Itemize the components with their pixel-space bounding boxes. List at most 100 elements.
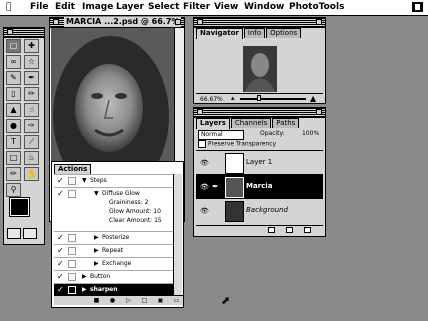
zoom-out-icon[interactable]: ▴ xyxy=(231,94,235,102)
checkmark-icon[interactable]: ✓ xyxy=(57,175,67,187)
play-icon[interactable]: ▷ xyxy=(124,297,133,304)
pencil-tool-icon[interactable]: ✏ xyxy=(24,87,39,101)
menu-filter[interactable]: Filter xyxy=(183,2,210,13)
app-switcher-icon[interactable] xyxy=(412,2,423,12)
collapsed-triangle-icon[interactable]: ▶ xyxy=(94,232,99,244)
tab-navigator[interactable]: Navigator xyxy=(196,28,243,39)
checkmark-icon[interactable]: ✓ xyxy=(57,245,67,257)
expand-triangle-icon[interactable]: ▼ xyxy=(82,175,87,187)
airbrush-tool-icon[interactable]: ✎ xyxy=(6,71,21,85)
pen-tool-icon[interactable]: ✑ xyxy=(24,119,39,133)
dialog-toggle[interactable] xyxy=(68,190,76,198)
zoom-slider-knob[interactable] xyxy=(257,95,261,101)
new-layer-icon[interactable] xyxy=(286,227,293,233)
action-row[interactable]: ✓ ▶ Posterize xyxy=(54,231,173,244)
eye-icon[interactable]: 👁 xyxy=(200,207,209,215)
navigator-titlebar[interactable] xyxy=(194,18,325,28)
lasso-tool-icon[interactable]: ∞ xyxy=(6,55,21,69)
move-tool-icon[interactable]: ✚ xyxy=(24,39,39,53)
tab-info[interactable]: Info xyxy=(243,28,266,38)
close-icon[interactable] xyxy=(53,19,59,25)
eye-icon[interactable]: 👁 xyxy=(200,183,209,191)
mask-icon[interactable] xyxy=(268,227,275,233)
action-row[interactable]: ✓ ▼ Steps xyxy=(54,174,173,187)
layer-row-selected[interactable]: 👁 ✒ Marcia xyxy=(196,174,323,199)
zoom-value[interactable]: 66.67% xyxy=(200,96,223,103)
dialog-toggle[interactable] xyxy=(68,260,76,268)
checkmark-icon[interactable]: ✓ xyxy=(57,258,67,270)
navigator-thumbnail[interactable] xyxy=(243,46,277,92)
action-row[interactable]: ✓ ▶ Exchange xyxy=(54,257,173,270)
dialog-toggle[interactable] xyxy=(68,234,76,242)
tab-paths[interactable]: Paths xyxy=(272,118,300,128)
type-tool-icon[interactable]: T xyxy=(6,135,21,149)
tab-channels[interactable]: Channels xyxy=(230,118,272,128)
close-icon[interactable] xyxy=(7,29,13,35)
paintbrush-tool-icon[interactable]: ✒ xyxy=(24,71,39,85)
record-icon[interactable]: ● xyxy=(108,297,117,304)
action-row[interactable]: ✓ ▶ Repeat xyxy=(54,244,173,257)
menu-phototools[interactable]: PhotoTools xyxy=(289,2,344,13)
collapsed-triangle-icon[interactable]: ▶ xyxy=(94,258,99,270)
opacity-value[interactable]: 100% xyxy=(302,130,319,137)
zoom-tool-icon[interactable]: ⚲ xyxy=(6,183,21,197)
eyedropper-tool-icon[interactable]: ✏ xyxy=(6,167,21,181)
dialog-toggle[interactable] xyxy=(68,286,76,294)
zoom-in-icon[interactable]: ▲ xyxy=(310,94,316,103)
menu-view[interactable]: View xyxy=(214,2,238,13)
action-row[interactable]: ✓ ▼ Diffuse Glow Graininess: 2 Glow Amou… xyxy=(54,187,173,231)
paint-bucket-tool-icon[interactable]: ♨ xyxy=(24,151,39,165)
standard-mode-button[interactable] xyxy=(7,228,21,239)
menu-layer[interactable]: Layer xyxy=(116,2,144,13)
layers-titlebar[interactable] xyxy=(194,108,325,118)
stop-icon[interactable]: ■ xyxy=(92,297,101,304)
menu-window[interactable]: Window xyxy=(244,2,284,13)
eye-icon[interactable]: 👁 xyxy=(200,159,209,167)
smudge-tool-icon[interactable]: ☝ xyxy=(24,103,39,117)
zoom-box-icon[interactable] xyxy=(175,19,181,25)
line-tool-icon[interactable]: ⟋ xyxy=(24,135,39,149)
marquee-tool-icon[interactable]: □ xyxy=(6,39,21,53)
menu-image[interactable]: Image xyxy=(82,2,113,13)
magic-wand-tool-icon[interactable]: ☆ xyxy=(24,55,39,69)
trash-icon[interactable]: ▭ xyxy=(172,297,181,304)
blend-mode-select[interactable]: Normal xyxy=(198,130,244,140)
dialog-toggle[interactable] xyxy=(68,177,76,185)
new-action-icon[interactable]: ▣ xyxy=(156,297,165,304)
layer-row[interactable]: 👁 Background xyxy=(196,198,323,223)
expand-triangle-icon[interactable]: ▼ xyxy=(94,188,99,200)
menu-edit[interactable]: Edit xyxy=(55,2,75,13)
checkmark-icon[interactable]: ✓ xyxy=(57,232,67,244)
close-icon[interactable] xyxy=(197,19,203,25)
tab-options[interactable]: Options xyxy=(266,28,302,38)
zoom-box-icon[interactable] xyxy=(316,19,322,25)
dialog-toggle[interactable] xyxy=(68,273,76,281)
action-row[interactable]: ✓ ▶ Button xyxy=(54,270,173,283)
zoom-box-icon[interactable] xyxy=(316,109,322,115)
dialog-toggle[interactable] xyxy=(68,247,76,255)
checkmark-icon[interactable]: ✓ xyxy=(57,271,67,283)
collapsed-triangle-icon[interactable]: ▶ xyxy=(94,245,99,257)
zoom-slider-track[interactable] xyxy=(240,98,306,100)
menu-file[interactable]: File xyxy=(30,2,48,13)
actions-scrollbar[interactable] xyxy=(173,174,182,296)
new-set-icon[interactable]: □ xyxy=(140,297,149,304)
eraser-tool-icon[interactable]: ▯ xyxy=(6,87,21,101)
checkmark-icon[interactable]: ✓ xyxy=(57,188,67,200)
trash-icon[interactable] xyxy=(304,227,311,233)
quickmask-mode-button[interactable] xyxy=(23,228,37,239)
hand-tool-icon[interactable]: ✋ xyxy=(24,167,39,181)
preserve-transparency[interactable]: Preserve Transparency xyxy=(198,140,276,149)
apple-icon[interactable]:  xyxy=(6,2,11,13)
preserve-transparency-checkbox[interactable] xyxy=(198,140,206,148)
gradient-tool-icon[interactable]: □ xyxy=(6,151,21,165)
foreground-color-swatch[interactable] xyxy=(9,197,30,217)
tab-layers[interactable]: Layers xyxy=(196,118,230,129)
toolbox-titlebar[interactable] xyxy=(4,28,44,38)
layer-row[interactable]: 👁 Layer 1 xyxy=(196,150,323,175)
dodge-tool-icon[interactable]: ● xyxy=(6,119,21,133)
close-icon[interactable] xyxy=(197,109,203,115)
document-titlebar[interactable]: MARCIA ...2.psd @ 66.7% xyxy=(50,17,184,28)
collapsed-triangle-icon[interactable]: ▶ xyxy=(82,271,87,283)
rubber-stamp-tool-icon[interactable]: ▲ xyxy=(6,103,21,117)
